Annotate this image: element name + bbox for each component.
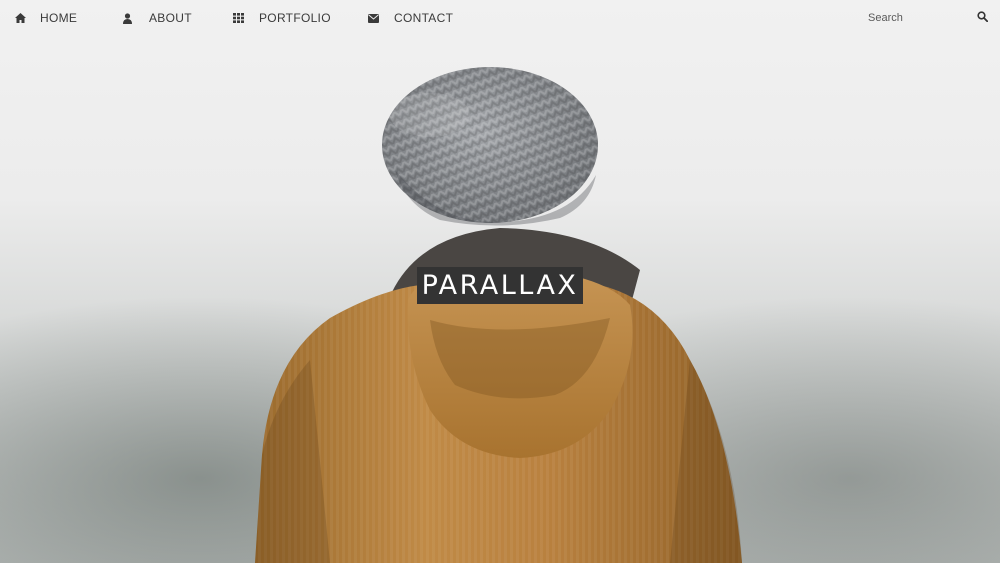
- nav-item-label: PORTFOLIO: [259, 11, 331, 25]
- search-button[interactable]: [975, 11, 989, 25]
- nav-item-label: HOME: [40, 11, 78, 25]
- envelope-icon: [367, 12, 379, 24]
- user-icon: [121, 12, 133, 24]
- nav-item-contact[interactable]: CONTACT: [367, 9, 453, 27]
- nav-item-label: ABOUT: [149, 11, 192, 25]
- search-input[interactable]: [866, 10, 970, 26]
- nav-item-portfolio[interactable]: PORTFOLIO: [232, 9, 331, 27]
- home-icon: [14, 12, 26, 24]
- hero-title-box: PARALLAX: [417, 267, 583, 304]
- nav-item-home[interactable]: HOME: [14, 9, 77, 27]
- top-navigation: HOME ABOUT PORTFOLIO CONTACT: [0, 0, 1000, 36]
- nav-item-about[interactable]: ABOUT: [121, 9, 192, 27]
- grid-icon: [232, 12, 244, 24]
- hero-title: PARALLAX: [421, 270, 579, 301]
- nav-item-label: CONTACT: [394, 11, 454, 25]
- search-icon: [976, 9, 988, 27]
